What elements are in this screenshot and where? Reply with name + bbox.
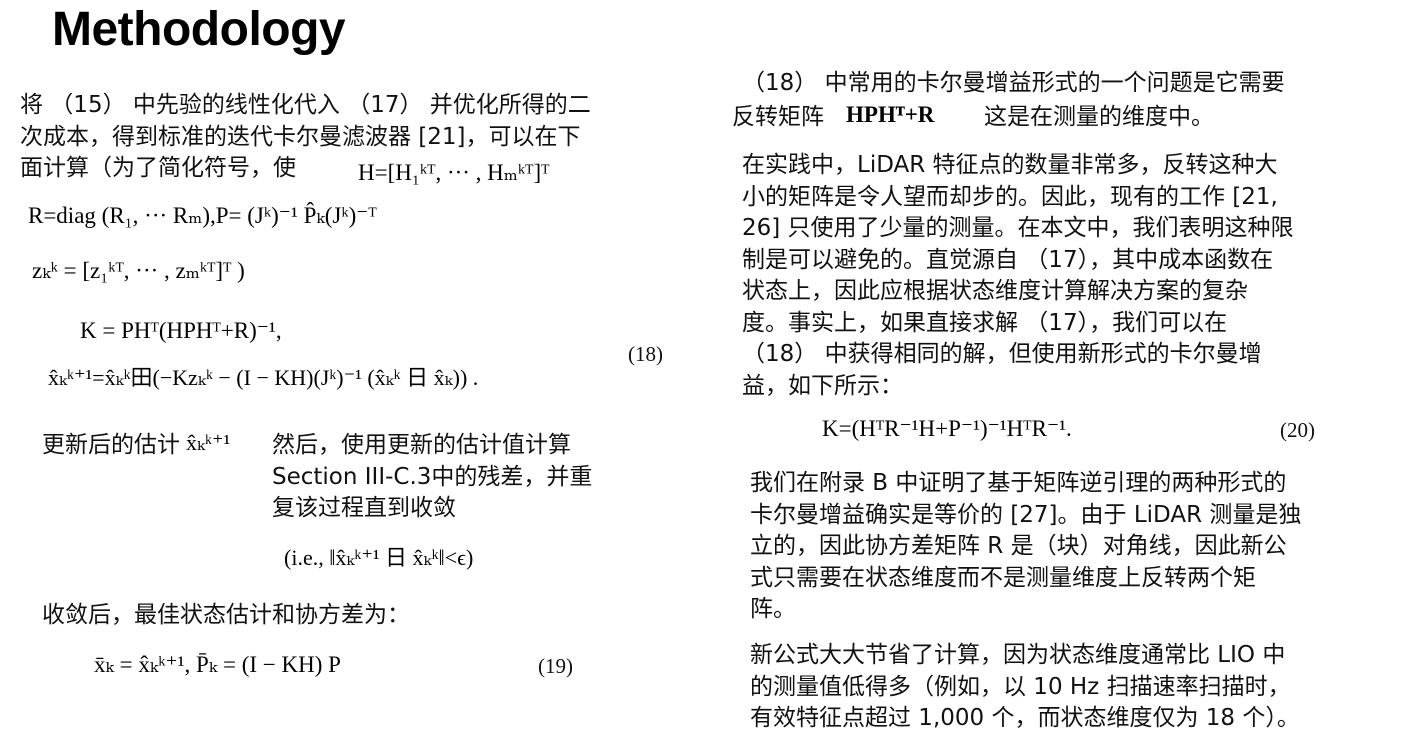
- text-line: 制是可以避免的。直觉源自 （17），其中成本函数在: [742, 246, 1274, 273]
- text-line: 有效特征点超过 1,000 个，而状态维度仅为 18 个）。: [750, 705, 1300, 731]
- text-line: （18） 中获得相同的解，但使用新形式的卡尔曼增: [742, 341, 1262, 367]
- equation-18-line-1: K = PHᵀ(HPHᵀ+R)⁻¹,: [80, 318, 282, 343]
- text-line: 复该过程直到收敛: [272, 495, 456, 521]
- left-paragraph-2: 然后，使用更新的估计值计算 Section III-C.3中的残差，并重 复该过…: [272, 430, 592, 525]
- text-line: 卡尔曼增益确实是等价的 [27]。由于 LiDAR 测量是独: [750, 501, 1302, 528]
- text-line: Section III-C.3中的残差，并重: [272, 463, 593, 490]
- text-line: 次成本，得到标准的迭代卡尔曼滤波器 [21]，可以在下: [20, 123, 581, 150]
- text-line: 益，如下所示：: [742, 372, 903, 399]
- equation-20: K=(HᵀR⁻¹H+P⁻¹)⁻¹HᵀR⁻¹.: [822, 416, 1072, 441]
- right-paragraph-3: 我们在附录 B 中证明了基于矩阵逆引理的两种形式的 卡尔曼增益确实是等价的 [2…: [750, 468, 1301, 626]
- equation-19: x̄ₖ = x̂ₖᵏ⁺¹, P̄ₖ = (I − KH) P: [94, 652, 341, 677]
- text-line: 的测量值低得多（例如，以 10 Hz 扫描速率扫描时，: [750, 673, 1291, 700]
- text-line: 状态上，因此应根据状态维度计算解决方案的复杂: [742, 278, 1248, 304]
- equation-19-number: (19): [538, 654, 573, 678]
- text-line: 26] 只使用了少量的测量。在本文中，我们表明这种限: [742, 215, 1294, 241]
- equation-convergence: (i.e., ‖x̂ₖᵏ⁺¹ 日 x̂ₖᵏ‖<ϵ): [284, 545, 474, 570]
- text-line: 小的矩阵是令人望而却步的。因此，现有的工作 [21,: [742, 183, 1278, 210]
- text-line: 新公式大大节省了计算，因为状态维度通常比 LIO 中: [750, 642, 1286, 668]
- right-paragraph-1: （18） 中常用的卡尔曼增益形式的一个问题是它需要: [742, 68, 1285, 100]
- right-paragraph-4: 新公式大大节省了计算，因为状态维度通常比 LIO 中 的测量值低得多（例如，以 …: [750, 640, 1300, 735]
- text-line: 我们在附录 B 中证明了基于矩阵逆引理的两种形式的: [750, 470, 1287, 496]
- text-line: 度。事实上，如果直接求解 （17），我们可以在: [742, 309, 1228, 336]
- text-line: 将 （15） 中先验的线性化代入 （17） 并优化所得的二: [20, 92, 591, 118]
- equation-z: zₖᵏ = [z₁ᵏᵀ, ··· , zₘᵏᵀ]ᵀ ): [32, 258, 245, 283]
- left-paragraph-3: 收敛后，最佳状态估计和协方差为：: [42, 602, 410, 628]
- equation-18-number: (18): [628, 342, 663, 366]
- text-line: （18） 中常用的卡尔曼增益形式的一个问题是它需要: [742, 70, 1285, 96]
- text-line: 然后，使用更新的估计值计算: [272, 432, 571, 458]
- equation-H: H=[H₁ᵏᵀ, ··· , Hₘᵏᵀ]ᵀ: [358, 160, 550, 185]
- text-line: 立的，因此协方差矩阵 R 是（块）对角线，因此新公: [750, 533, 1287, 559]
- equation-18-line-2: x̂ₖᵏ⁺¹=x̂ₖᵏ田(−Kzₖᵏ − (I − KH)(Jᵏ)⁻¹ (x̂ₖ…: [48, 365, 479, 390]
- equation-updated-estimate: x̂ₖᵏ⁺¹: [186, 430, 231, 455]
- text-line: 在实践中，LiDAR 特征点的数量非常多，反转这种大: [742, 152, 1278, 178]
- page-title: Methodology: [52, 3, 346, 56]
- right-paragraph-1-end: 这是在测量的维度中。: [984, 104, 1214, 130]
- equation-20-number: (20): [1280, 418, 1315, 442]
- equation-R-P: R=diag (R₁, ··· Rₘ),P= (Jᵏ)⁻¹ P̂ₖ(Jᵏ)⁻ᵀ: [28, 203, 377, 228]
- left-paragraph-2-start: 更新后的估计: [42, 432, 180, 458]
- right-paragraph-1-line-2: 反转矩阵: [732, 104, 824, 130]
- equation-HPHT-R: HPHᵀ+R: [846, 102, 935, 127]
- right-paragraph-2: 在实践中，LiDAR 特征点的数量非常多，反转这种大 小的矩阵是令人望而却步的。…: [742, 150, 1294, 402]
- text-line: 阵。: [750, 596, 796, 622]
- text-line: 式只需要在状态维度而不是测量维度上反转两个矩: [750, 564, 1256, 591]
